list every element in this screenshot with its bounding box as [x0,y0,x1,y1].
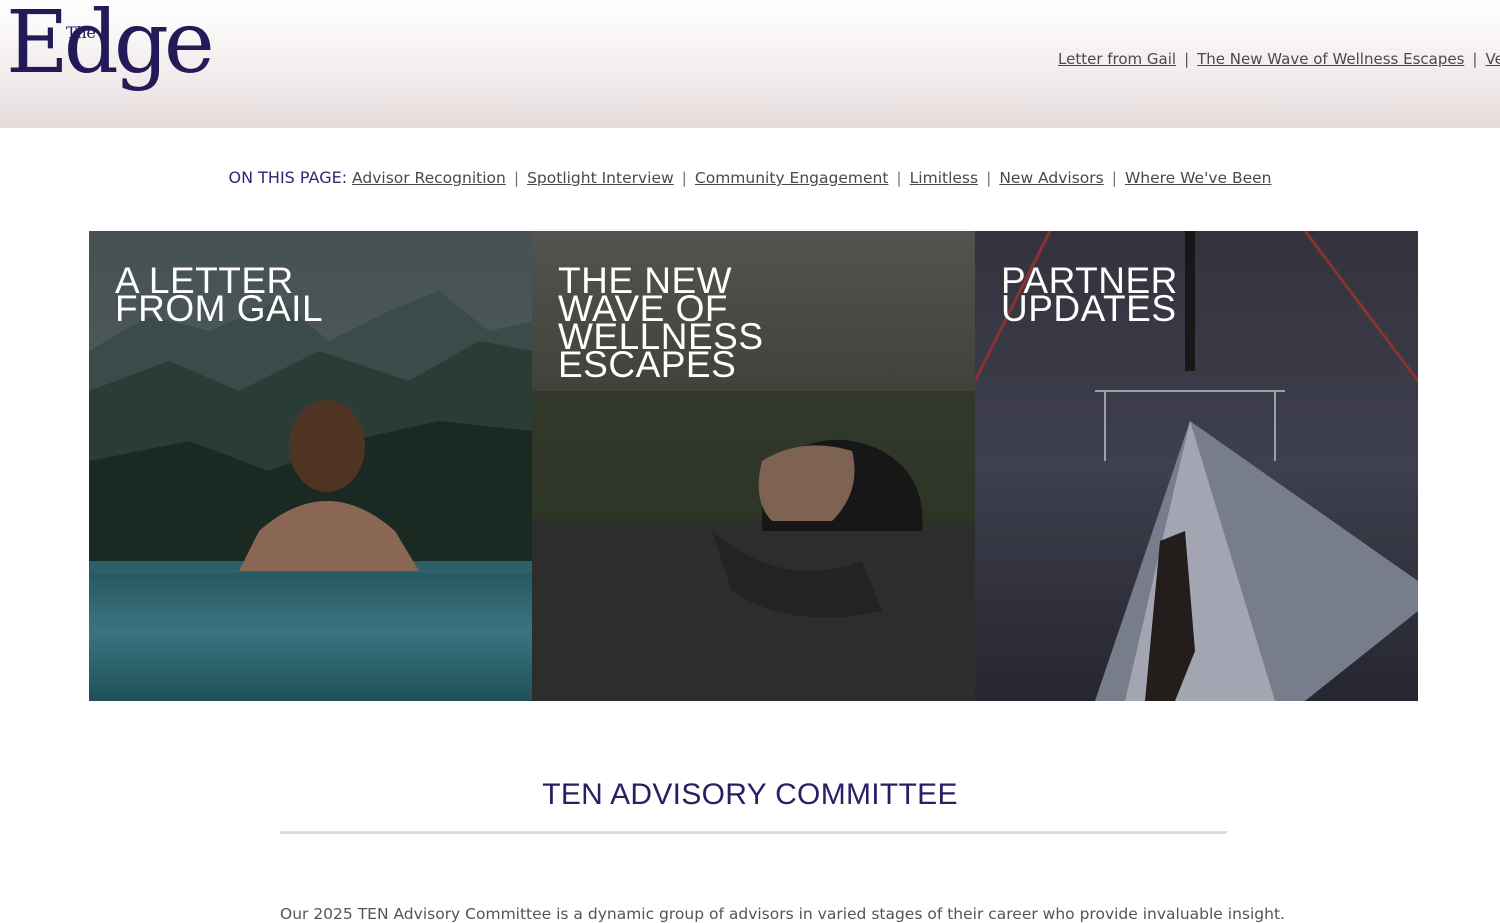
on-this-page-nav: ON THIS PAGE: Advisor Recognition | Spotli… [0,168,1500,187]
anchor-where-weve-been[interactable]: Where We've Been [1125,169,1272,187]
nav-link-letter-from-gail[interactable]: Letter from Gail [1058,50,1176,68]
tile-title: A LETTER FROM GAIL [115,260,324,329]
section-divider [280,831,1227,834]
on-this-page-label: ON THIS PAGE: [228,168,348,187]
section-intro: Our 2025 TEN Advisory Committee is a dyn… [280,905,1285,923]
anchor-spotlight-interview[interactable]: Spotlight Interview [527,169,674,187]
nav-link-wellness-escapes[interactable]: The New Wave of Wellness Escapes [1197,50,1464,68]
tile-title: PARTNER UPDATES [1001,260,1178,329]
anchor-limitless[interactable]: Limitless [910,169,978,187]
logo-wordmark: Edge [6,0,215,93]
site-header: Edge The Letter from Gail | The New Wave o… [0,0,1500,128]
nav-separator: | [1184,50,1190,68]
logo[interactable]: Edge The [6,0,219,116]
nav-separator: | [1472,50,1478,68]
anchor-advisor-recognition[interactable]: Advisor Recognition [352,169,506,187]
tile-title: THE NEW WAVE OF WELLNESS ESCAPES [558,260,764,385]
tile-partner-updates[interactable]: PARTNER UPDATES [975,231,1418,701]
anchor-separator: | [1111,169,1117,187]
tile-letter-from-gail[interactable]: A LETTER FROM GAIL [89,231,532,701]
anchor-separator: | [681,169,687,187]
logo-the: The [66,23,96,42]
anchor-separator: | [986,169,992,187]
anchor-new-advisors[interactable]: New Advisors [999,169,1103,187]
section-title: TEN ADVISORY COMMITTEE [542,778,958,811]
anchor-separator: | [896,169,902,187]
feature-tiles: A LETTER FROM GAIL THE NEW WAVE OF WELLN… [89,231,1418,701]
top-nav: Letter from Gail | The New Wave of Wellnes… [1058,50,1500,68]
anchor-community-engagement[interactable]: Community Engagement [695,169,889,187]
anchor-separator: | [513,169,520,187]
nav-link-ver[interactable]: Ver [1485,50,1500,68]
tile-wellness-escapes[interactable]: THE NEW WAVE OF WELLNESS ESCAPES [532,231,975,701]
